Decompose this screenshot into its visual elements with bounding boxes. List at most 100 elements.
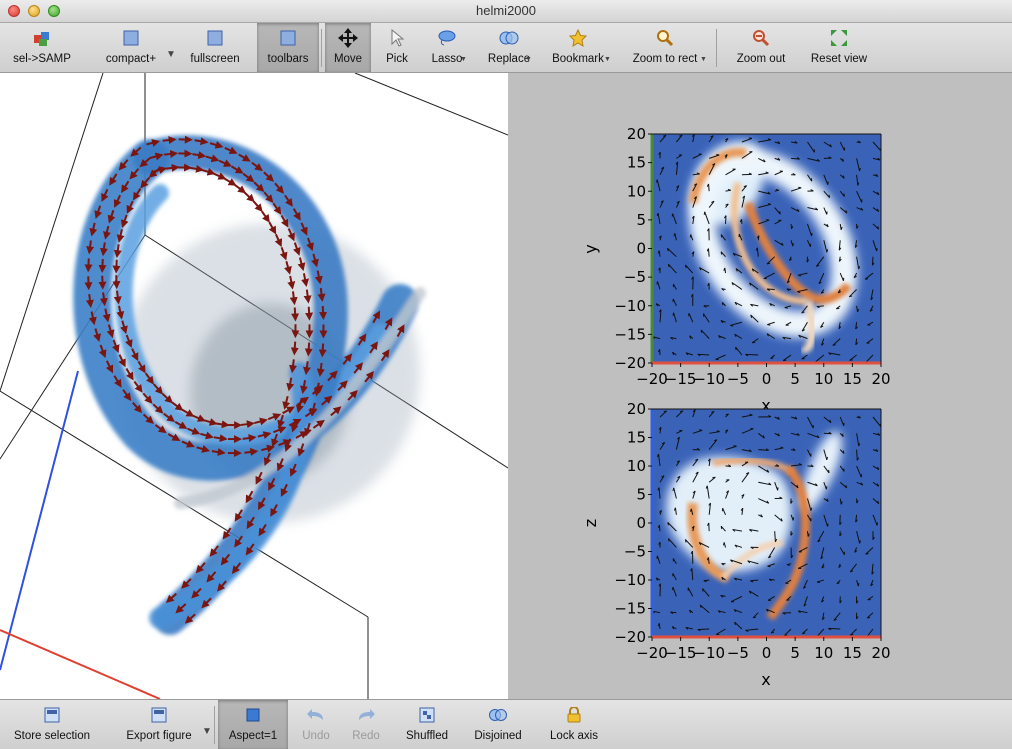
projection-plots[interactable]: 20151050−5−10−15−20 −20−15−10−505101520 … [508,73,1012,699]
move-tool-button[interactable]: Move [325,23,371,72]
y-tick-label: −5 [624,543,646,561]
replace-mode-button[interactable]: Replace [478,23,540,72]
disjoined-toggle[interactable]: Disjoined [466,700,530,749]
projection-plots-pane: 20151050−5−10−15−20 −20−15−10−505101520 … [508,73,1012,699]
toolbar-separator [716,29,717,67]
sel-to-samp-button[interactable]: sel->SAMP [4,23,80,72]
y-tick-label: 5 [636,486,646,504]
bookmark-button[interactable]: Bookmark [545,23,611,72]
replace-dropdown-arrow-icon[interactable]: ▼ [525,56,532,63]
y-tick-label: 15 [627,154,646,172]
x-tick-label: 0 [762,370,772,388]
x-tick-label: −20 [636,644,668,662]
xy-y-axis-label: y [581,244,600,253]
magnifier-icon [655,28,675,48]
x-tick-label: −5 [727,370,749,388]
x-tick-label: −15 [665,370,697,388]
redo-button[interactable]: Redo [344,700,388,749]
xz-z-axis-label: z [581,519,600,527]
y-tick-label: 15 [627,429,646,447]
undo-arrow-icon [306,705,326,725]
compact-plus-button[interactable]: compact+ [96,23,166,72]
disjoined-circles-icon [488,705,508,725]
main-toolbar: sel->SAMP compact+ ▼ fullscreen toolbars… [0,23,1012,73]
export-dropdown-arrow-icon[interactable]: ▼ [202,726,212,737]
z-axis-line [0,371,78,670]
y-tick-label: −5 [624,268,646,286]
reset-view-button[interactable]: Reset view [804,23,874,72]
toolbar-separator [321,29,322,67]
bottom-separator [214,706,215,744]
x-tick-label: 15 [843,644,862,662]
y-tick-label: 20 [627,400,646,418]
export-figure-icon [149,705,169,725]
y-tick-label: 10 [627,457,646,475]
x-tick-label: −20 [636,370,668,388]
store-selection-button[interactable]: Store selection [4,700,100,749]
star-icon [568,28,588,48]
y-tick-label: 20 [627,125,646,143]
xz-plot[interactable]: 20151050−5−10−15−20 −20−15−10−505101520 … [581,400,891,689]
xy-plot[interactable]: 20151050−5−10−15−20 −20−15−10−505101520 … [581,125,891,415]
lock-axis-toggle[interactable]: Lock axis [542,700,606,749]
lock-icon [564,705,584,725]
x-tick-label: −10 [693,370,725,388]
aspect-equal-toggle[interactable]: Aspect=1 [218,700,288,749]
store-selection-icon [42,705,62,725]
x-tick-label: 20 [871,644,890,662]
x-tick-label: −5 [727,644,749,662]
y-tick-label: 0 [636,514,646,532]
compact-dropdown-arrow-icon[interactable]: ▼ [166,49,176,60]
lasso-dropdown-arrow-icon[interactable]: ▼ [460,56,467,63]
pick-tool-button[interactable]: Pick [377,23,417,72]
y-tick-label: −15 [614,325,646,343]
xz-x-tick-labels: −20−15−10−5 05 10 15 20 [636,637,890,662]
zoom-dropdown-arrow-icon[interactable]: ▼ [700,56,707,63]
shuffled-icon [417,705,437,725]
aspect-icon [243,705,263,725]
toolbars-toggle-button[interactable]: toolbars [257,23,319,72]
y-tick-label: −10 [614,571,646,589]
fullscreen-button[interactable]: fullscreen [182,23,248,72]
zoom-out-magnifier-icon [751,28,771,48]
export-figure-button[interactable]: Export figure [116,700,202,749]
zoom-out-button[interactable]: Zoom out [726,23,796,72]
xz-z-tick-labels: 20151050−5−10−15−20 [614,400,652,646]
xy-y-tick-labels: 20151050−5−10−15−20 [614,125,652,372]
xy-x-tick-labels: −20−15−10−5 05 10 15 20 [636,363,890,388]
zoom-to-rect-button[interactable]: Zoom to rect [622,23,708,72]
x-tick-label: −15 [665,644,697,662]
y-tick-label: 0 [636,240,646,258]
xz-x-axis-label: x [761,670,770,689]
bottom-toolbar: Store selection Export figure ▼ Aspect=1… [0,699,1012,749]
fullscreen-icon [205,28,225,48]
shuffled-toggle[interactable]: Shuffled [398,700,456,749]
expand-arrows-icon [829,28,849,48]
x-tick-label: 10 [814,644,833,662]
y-tick-label: 10 [627,182,646,200]
x-tick-label: 5 [790,644,800,662]
x-tick-label: 15 [843,370,862,388]
pointer-arrow-icon [387,28,407,48]
toolbars-icon [278,28,298,48]
x-tick-label: 0 [762,644,772,662]
y-tick-label: −15 [614,600,646,618]
undo-button[interactable]: Undo [294,700,338,749]
volume-render-3d-view[interactable] [0,73,508,699]
lasso-tool-button[interactable]: Lasso [424,23,470,72]
title-bar: helmi2000 [0,0,1012,23]
y-tick-label: −10 [614,297,646,315]
lasso-icon [437,28,457,48]
x-tick-label: 5 [790,370,800,388]
x-tick-label: 10 [814,370,833,388]
x-axis-line [0,630,160,699]
window-icon [121,28,141,48]
samp-icon [32,28,52,48]
replace-circles-icon [499,28,519,48]
x-tick-label: −10 [693,644,725,662]
move-arrows-icon [338,28,358,48]
y-tick-label: 5 [636,211,646,229]
bookmark-dropdown-arrow-icon[interactable]: ▼ [604,56,611,63]
window-title: helmi2000 [0,3,1012,18]
x-tick-label: 20 [871,370,890,388]
